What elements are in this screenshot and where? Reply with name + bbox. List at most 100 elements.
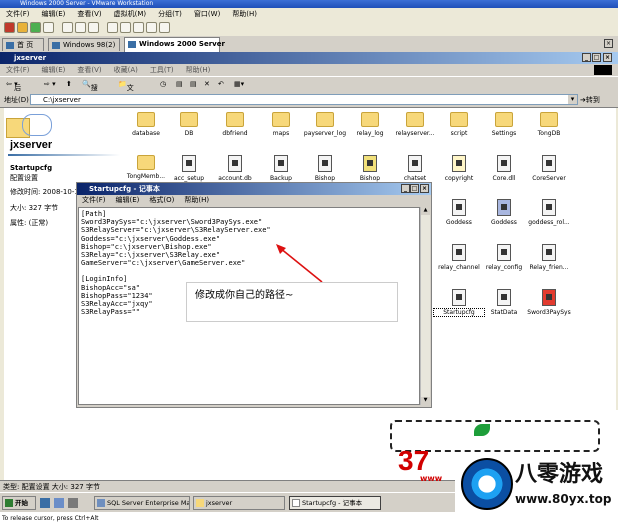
- maximize-icon[interactable]: □: [410, 184, 419, 193]
- notepad-menu-help[interactable]: 帮助(H): [179, 195, 214, 206]
- text-line: [Path]: [81, 210, 107, 218]
- watermark-brand: 八零游戏: [515, 462, 604, 487]
- go-button[interactable]: ➔转到: [580, 95, 614, 105]
- ie-icon[interactable]: [54, 498, 64, 508]
- vm-menu-file[interactable]: 文件(F): [0, 8, 36, 20]
- pause-icon[interactable]: [17, 22, 28, 33]
- task-label: jxserver: [206, 499, 233, 507]
- file-item[interactable]: goddess_rol...: [524, 199, 574, 226]
- folder-item[interactable]: maps: [256, 112, 306, 137]
- file-item[interactable]: Bishop: [300, 155, 350, 182]
- search-button[interactable]: 🔍搜索: [82, 80, 98, 102]
- manager-icon[interactable]: [88, 22, 99, 33]
- tab-windows98[interactable]: Windows 98(2): [48, 38, 120, 51]
- forward-button[interactable]: ⇨ ▾: [44, 80, 56, 88]
- views-icon[interactable]: ▦▾: [234, 80, 244, 88]
- minimize-icon[interactable]: _: [582, 53, 591, 62]
- tab-windows2000[interactable]: Windows 2000 Server: [124, 37, 225, 52]
- summary-icon[interactable]: [133, 22, 144, 33]
- folder-item[interactable]: relayserver...: [390, 112, 440, 137]
- fullscreen-icon[interactable]: [107, 22, 118, 33]
- menu-edit[interactable]: 编辑(E): [36, 64, 72, 76]
- quick-switch-icon[interactable]: [120, 22, 131, 33]
- notepad-menu-format[interactable]: 格式(O): [144, 195, 179, 206]
- move-to-icon[interactable]: ▤: [176, 80, 183, 88]
- file-item[interactable]: Backup: [256, 155, 306, 182]
- file-item[interactable]: CoreServer: [524, 155, 574, 182]
- notepad-scrollbar[interactable]: ▲ ▼: [420, 207, 430, 405]
- folder-item[interactable]: DB: [164, 112, 214, 137]
- file-item[interactable]: relay_channel: [434, 244, 484, 271]
- back-button[interactable]: ⇦ 后退 ▾: [6, 80, 21, 102]
- up-icon[interactable]: ⬆: [66, 80, 72, 88]
- file-item[interactable]: account.db: [210, 155, 260, 182]
- selected-file-size: 大小: 327 字节: [10, 204, 59, 212]
- revert-icon[interactable]: [75, 22, 86, 33]
- folder-icon: [226, 112, 244, 127]
- minimize-icon[interactable]: _: [401, 184, 410, 193]
- close-icon[interactable]: ×: [603, 53, 612, 62]
- file-item[interactable]: Goddess: [479, 199, 529, 226]
- file-item-selected[interactable]: Startupcfg: [433, 289, 485, 317]
- file-item[interactable]: acc_setup: [164, 155, 214, 182]
- folder-item[interactable]: TongDB: [524, 112, 574, 137]
- tab-home[interactable]: 首 页: [2, 38, 44, 51]
- file-item[interactable]: chatset: [390, 155, 440, 182]
- scroll-down-icon[interactable]: ▼: [421, 397, 430, 405]
- file-item[interactable]: Sword3PaySys: [524, 289, 574, 316]
- menu-favorites[interactable]: 收藏(A): [108, 64, 144, 76]
- file-item[interactable]: Bishop: [345, 155, 395, 182]
- task-jxserver[interactable]: jxserver: [193, 496, 285, 510]
- vm-menu-vm[interactable]: 虚拟机(M): [108, 8, 153, 20]
- file-item[interactable]: copyright: [434, 155, 484, 182]
- close-tab-icon[interactable]: ×: [604, 39, 613, 48]
- address-input[interactable]: C:\jxserver ▾: [30, 94, 578, 105]
- undo-icon[interactable]: ↶: [218, 80, 224, 88]
- file-item[interactable]: relay_config: [479, 244, 529, 271]
- folder-item[interactable]: Settings: [479, 112, 529, 137]
- file-icon: [452, 244, 466, 261]
- file-item[interactable]: StatData: [479, 289, 529, 316]
- copy-to-icon[interactable]: ▤: [190, 80, 197, 88]
- menu-view[interactable]: 查看(V): [71, 64, 107, 76]
- explorer-quick-icon[interactable]: [68, 498, 78, 508]
- scroll-up-icon[interactable]: ▲: [421, 207, 430, 215]
- delete-icon[interactable]: ✕: [204, 80, 210, 88]
- task-sql-server[interactable]: SQL Server Enterprise Ma...: [94, 496, 190, 510]
- vm-menu-help[interactable]: 帮助(H): [226, 8, 263, 20]
- start-button[interactable]: 开始: [2, 496, 36, 510]
- maximize-icon[interactable]: □: [592, 53, 601, 62]
- snapshot-icon[interactable]: [62, 22, 73, 33]
- notepad-menu-edit[interactable]: 编辑(E): [111, 195, 145, 206]
- history-icon[interactable]: ◷: [160, 80, 166, 88]
- vm-menu-window[interactable]: 窗口(W): [188, 8, 226, 20]
- console-icon[interactable]: [146, 22, 157, 33]
- desktop-icon[interactable]: [40, 498, 50, 508]
- folders-button[interactable]: 📁文件夹: [118, 80, 134, 112]
- file-item[interactable]: Goddess: [434, 199, 484, 226]
- reset-icon[interactable]: [43, 22, 54, 33]
- vm-menu-team[interactable]: 分组(T): [152, 8, 188, 20]
- view-icon[interactable]: [159, 22, 170, 33]
- vm-menu-view[interactable]: 查看(V): [71, 8, 107, 20]
- vm-menu-edit[interactable]: 编辑(E): [36, 8, 72, 20]
- power-off-icon[interactable]: [4, 22, 15, 33]
- folder-item[interactable]: payserver_log: [300, 112, 350, 137]
- menu-tools[interactable]: 工具(T): [144, 64, 180, 76]
- folder-item[interactable]: relay_log: [345, 112, 395, 137]
- menu-file[interactable]: 文件(F): [0, 64, 36, 76]
- folder-item[interactable]: script: [434, 112, 484, 137]
- menu-help[interactable]: 帮助(H): [180, 64, 217, 76]
- folder-item[interactable]: dbfriend: [210, 112, 260, 137]
- close-icon[interactable]: ×: [420, 184, 429, 193]
- file-item[interactable]: Relay_frien...: [524, 244, 574, 271]
- task-notepad[interactable]: Startupcfg - 记事本: [289, 496, 381, 510]
- selected-file-name: Startupcfg: [10, 164, 53, 172]
- file-item[interactable]: Core.dll: [479, 155, 529, 182]
- notepad-title: Startupcfg - 记事本: [89, 185, 160, 193]
- folder-icon: [540, 112, 558, 127]
- chevron-down-icon[interactable]: ▾: [568, 95, 577, 104]
- notepad-menu-file[interactable]: 文件(F): [77, 195, 111, 206]
- play-icon[interactable]: [30, 22, 41, 33]
- sql-server-icon: [97, 499, 105, 507]
